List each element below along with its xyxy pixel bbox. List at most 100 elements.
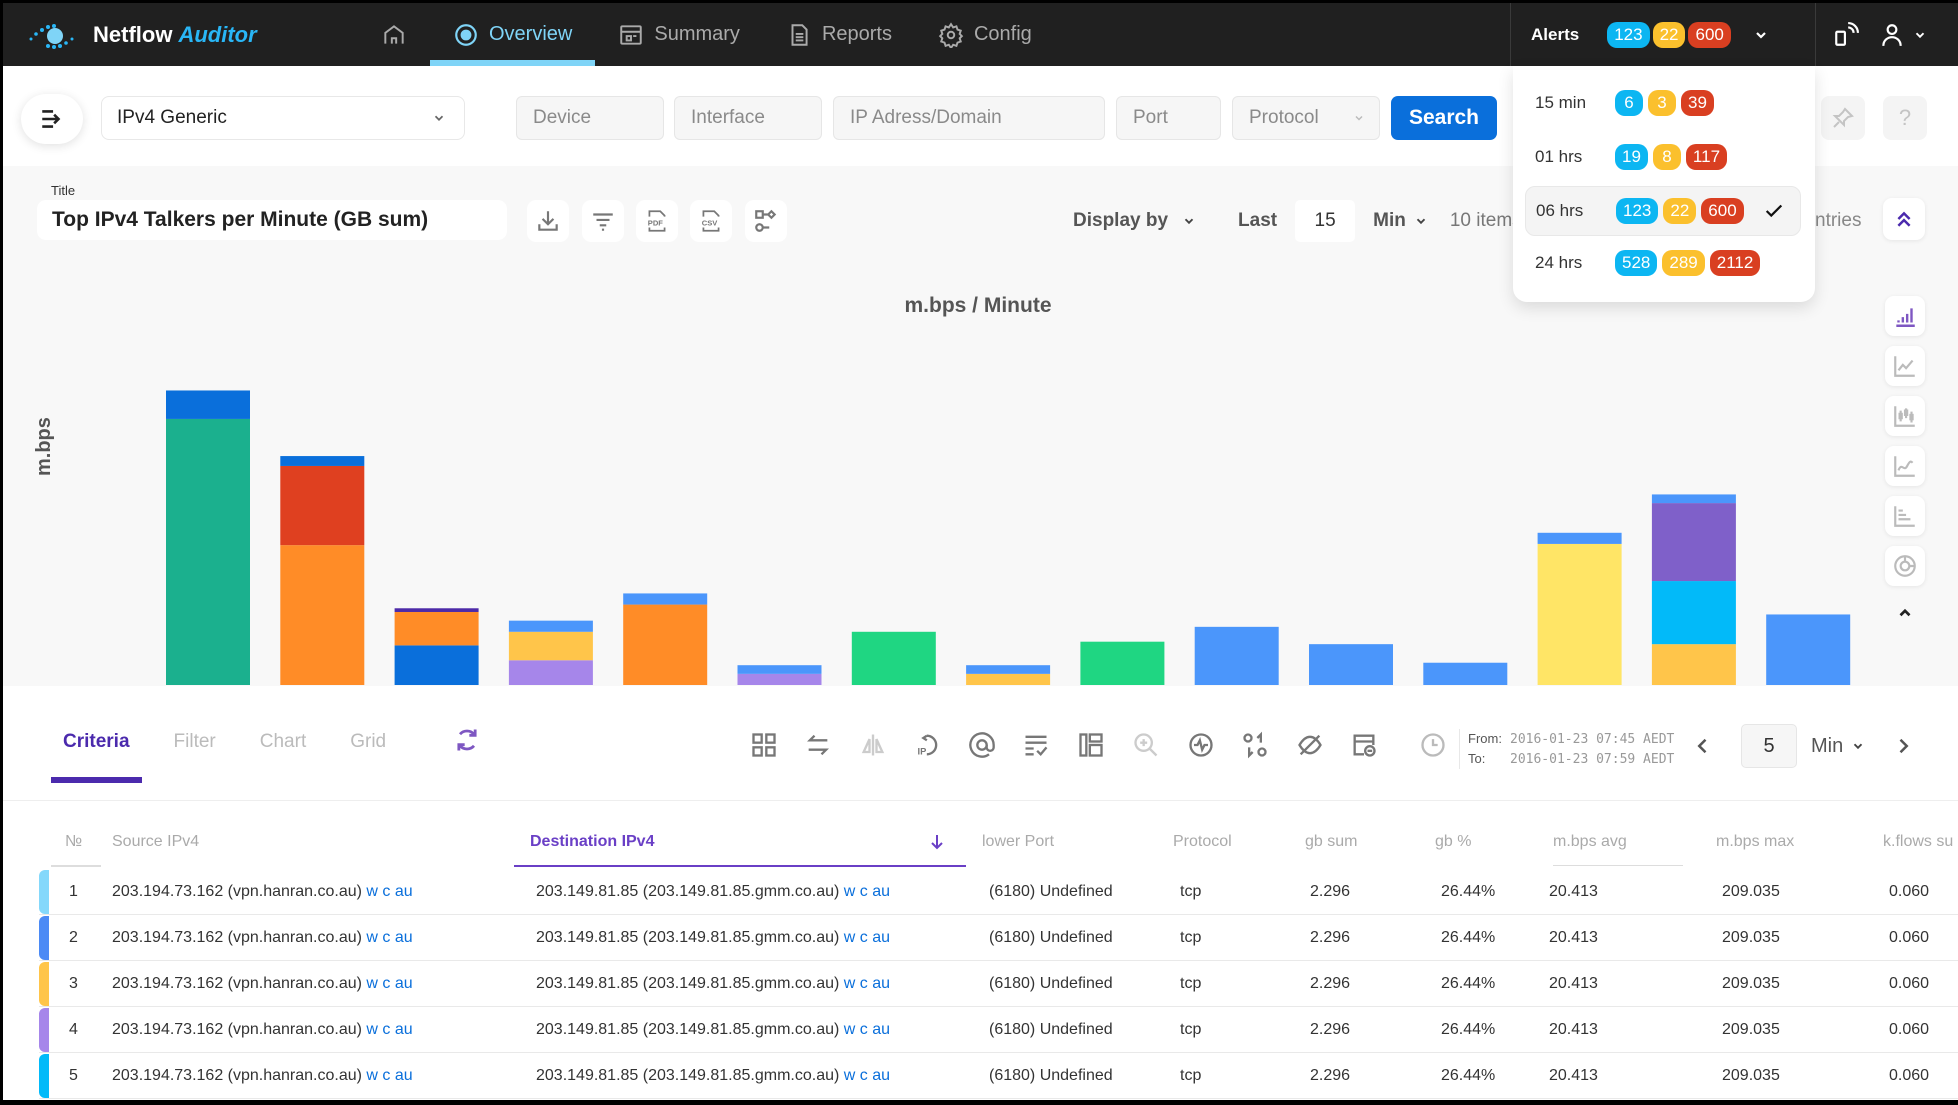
- port-input[interactable]: Port: [1116, 96, 1221, 140]
- nav-config[interactable]: Config: [915, 3, 1055, 66]
- col-header-port[interactable]: lower Port: [982, 833, 1054, 851]
- clock-button[interactable]: [1419, 731, 1447, 759]
- bar-segment[interactable]: [1080, 641, 1165, 685]
- col-header-gb-sum[interactable]: gb sum: [1305, 833, 1357, 851]
- bar-stack[interactable]: [508, 620, 593, 685]
- bar-segment[interactable]: [1537, 532, 1622, 544]
- device-signal-icon[interactable]: [1833, 21, 1859, 48]
- lookup-links[interactable]: w c au: [366, 1021, 412, 1038]
- bar-stack[interactable]: [851, 631, 936, 685]
- chart-type-horizontal-bar-button[interactable]: [1885, 496, 1925, 536]
- lookup-links[interactable]: w c au: [366, 975, 412, 992]
- alerts-range-option[interactable]: 06 hrs 123 22 600: [1525, 186, 1801, 236]
- refresh-button[interactable]: [453, 726, 481, 754]
- bar-segment[interactable]: [1651, 494, 1736, 504]
- bar-stack[interactable]: [394, 608, 479, 685]
- lookup-links[interactable]: w c au: [844, 1021, 890, 1038]
- bar-segment[interactable]: [737, 673, 822, 685]
- col-header-mbps-avg[interactable]: m.bps avg: [1553, 833, 1627, 851]
- bar-segment[interactable]: [508, 620, 593, 632]
- alerts-menu[interactable]: Alerts 123 22 600: [1510, 3, 1816, 66]
- bar-segment[interactable]: [394, 611, 479, 646]
- bar-segment[interactable]: [623, 593, 708, 605]
- tab-chart[interactable]: Chart: [248, 731, 318, 783]
- layout-button[interactable]: [1077, 731, 1105, 759]
- swap-button[interactable]: [804, 731, 832, 759]
- alerts-range-option[interactable]: 15 min 6 3 39: [1525, 78, 1801, 128]
- chart-type-donut-button[interactable]: [1885, 546, 1925, 586]
- device-input[interactable]: Device: [516, 96, 664, 140]
- lookup-links[interactable]: w c au: [844, 1067, 890, 1084]
- col-header-number[interactable]: №: [65, 833, 82, 851]
- bar-segment[interactable]: [851, 631, 936, 685]
- bar-segment[interactable]: [1194, 626, 1279, 685]
- tab-criteria[interactable]: Criteria: [51, 731, 142, 783]
- bar-stack[interactable]: [280, 456, 365, 685]
- bar-segment[interactable]: [166, 390, 250, 419]
- profile-select[interactable]: IPv4 Generic: [101, 96, 465, 140]
- col-header-kflows[interactable]: k.flows su: [1883, 833, 1953, 851]
- chevron-left-icon[interactable]: [1693, 736, 1713, 756]
- lookup-links[interactable]: w c au: [366, 1067, 412, 1084]
- grid-view-button[interactable]: [750, 731, 778, 759]
- bar-segment[interactable]: [966, 673, 1051, 685]
- lookup-links[interactable]: w c au: [844, 883, 890, 900]
- chart-type-area-button[interactable]: [1885, 446, 1925, 486]
- col-header-destination[interactable]: Destination IPv4: [530, 833, 654, 851]
- table-row[interactable]: 1 203.194.73.162 (vpn.hanran.co.au) w c a…: [39, 869, 1958, 915]
- bar-segment[interactable]: [966, 665, 1051, 674]
- nav-summary[interactable]: Summary: [595, 3, 763, 66]
- lookup-links[interactable]: w c au: [844, 975, 890, 992]
- bar-segment[interactable]: [623, 604, 708, 685]
- bar-segment[interactable]: [1651, 581, 1736, 645]
- nav-reports[interactable]: Reports: [763, 3, 915, 66]
- table-row[interactable]: 3 203.194.73.162 (vpn.hanran.co.au) w c a…: [39, 961, 1958, 1007]
- protocol-select[interactable]: Protocol: [1232, 96, 1380, 140]
- bar-stack[interactable]: [966, 665, 1051, 685]
- sort-down-icon[interactable]: [929, 833, 945, 851]
- bar-segment[interactable]: [394, 645, 479, 685]
- bar-stack[interactable]: [1651, 494, 1736, 685]
- bar-stack[interactable]: [737, 665, 822, 685]
- bar-stack[interactable]: [1537, 532, 1622, 685]
- bar-segment[interactable]: [280, 465, 365, 546]
- bar-segment[interactable]: [1309, 644, 1393, 685]
- bar-segment[interactable]: [1766, 614, 1851, 685]
- table-row[interactable]: 5 203.194.73.162 (vpn.hanran.co.au) w c a…: [39, 1053, 1958, 1099]
- bar-stack[interactable]: [1766, 614, 1851, 685]
- bar-segment[interactable]: [1651, 644, 1736, 685]
- nav-overview[interactable]: Overview: [430, 3, 596, 66]
- chart-type-line-button[interactable]: [1885, 346, 1925, 386]
- activity-button[interactable]: [1187, 731, 1215, 759]
- mirror-button[interactable]: [859, 731, 887, 759]
- bar-stack[interactable]: [1194, 626, 1279, 685]
- bar-segment[interactable]: [1423, 662, 1508, 685]
- tab-filter[interactable]: Filter: [162, 731, 228, 783]
- alerts-range-option[interactable]: 01 hrs 19 8 117: [1525, 132, 1801, 182]
- bar-stack[interactable]: [1423, 662, 1508, 685]
- interface-input[interactable]: Interface: [674, 96, 822, 140]
- bar-stack[interactable]: [1309, 644, 1393, 685]
- bar-segment[interactable]: [508, 631, 593, 661]
- alerts-range-option[interactable]: 24 hrs 528 289 2112: [1525, 238, 1801, 288]
- bar-stack[interactable]: [623, 593, 708, 685]
- lookup-links[interactable]: w c au: [844, 929, 890, 946]
- col-header-source[interactable]: Source IPv4: [112, 833, 199, 851]
- lookup-links[interactable]: w c au: [366, 883, 412, 900]
- checklist-button[interactable]: [1022, 731, 1050, 759]
- table-row[interactable]: 2 203.194.73.162 (vpn.hanran.co.au) w c a…: [39, 915, 1958, 961]
- user-menu[interactable]: [1879, 22, 1927, 48]
- ip-address-input[interactable]: IP Adress/Domain: [833, 96, 1105, 140]
- step-input[interactable]: 5: [1741, 724, 1797, 768]
- bar-stack[interactable]: [166, 390, 250, 685]
- bar-segment[interactable]: [280, 456, 365, 466]
- chevron-right-icon[interactable]: [1893, 736, 1913, 756]
- lookup-links[interactable]: w c au: [366, 929, 412, 946]
- bar-segment[interactable]: [166, 418, 250, 685]
- email-button[interactable]: [968, 731, 996, 759]
- zoom-in-button[interactable]: [1132, 731, 1160, 759]
- bar-segment[interactable]: [280, 545, 365, 685]
- collapse-chart-types-button[interactable]: [1896, 604, 1916, 624]
- schedule-button[interactable]: [1350, 731, 1378, 759]
- bar-stack[interactable]: [1080, 641, 1165, 685]
